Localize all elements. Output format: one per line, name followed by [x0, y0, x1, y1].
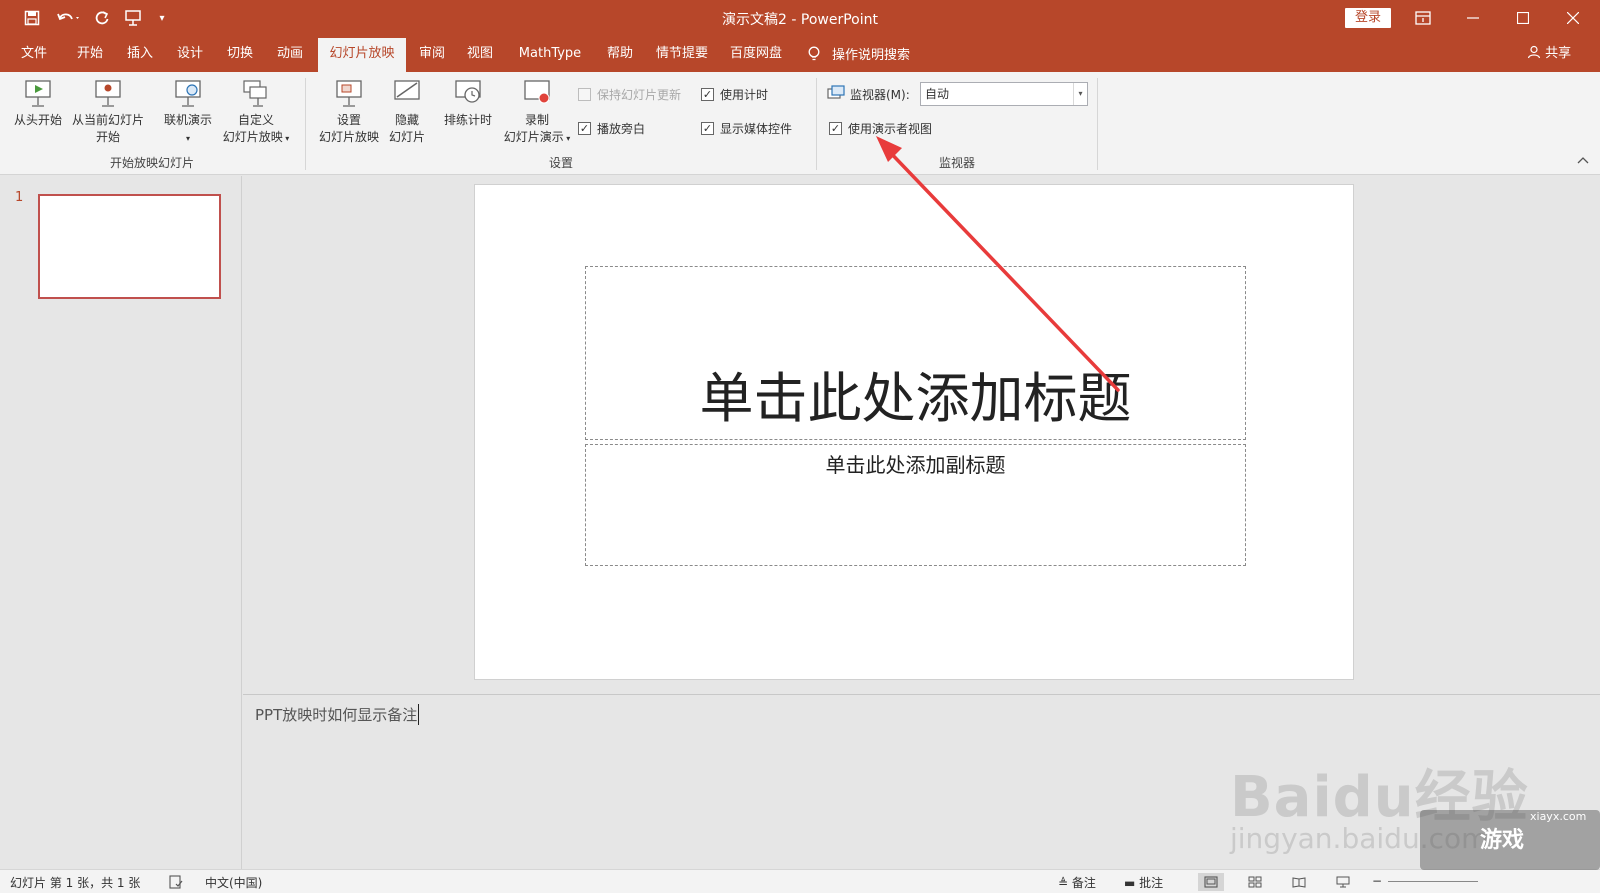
comments-button[interactable]: ▬ 批注: [1124, 874, 1163, 891]
notes-icon: ≜: [1058, 876, 1072, 890]
notes-button[interactable]: ≜ 备注: [1058, 874, 1096, 891]
status-bar: 幻灯片 第 1 张，共 1 张 中文(中国) ≜ 备注 ▬ 批注 −: [0, 869, 1600, 893]
slide-count-status: 幻灯片 第 1 张，共 1 张: [10, 876, 141, 890]
normal-view-icon[interactable]: [1198, 873, 1224, 891]
zoom-out-icon[interactable]: −: [1372, 874, 1382, 888]
slideshow-view-icon[interactable]: [1330, 873, 1356, 891]
zoom-slider[interactable]: [1388, 881, 1478, 882]
notes-button-label: 备注: [1071, 876, 1096, 890]
reading-view-icon[interactable]: [1286, 873, 1312, 891]
slide-sorter-icon[interactable]: [1242, 873, 1268, 891]
comments-button-label: 批注: [1139, 876, 1164, 890]
annotation-arrow: [876, 136, 1120, 392]
comment-icon: ▬: [1124, 876, 1140, 890]
accessibility-check-icon[interactable]: [163, 873, 189, 891]
language-status[interactable]: 中文(中国): [205, 874, 262, 891]
